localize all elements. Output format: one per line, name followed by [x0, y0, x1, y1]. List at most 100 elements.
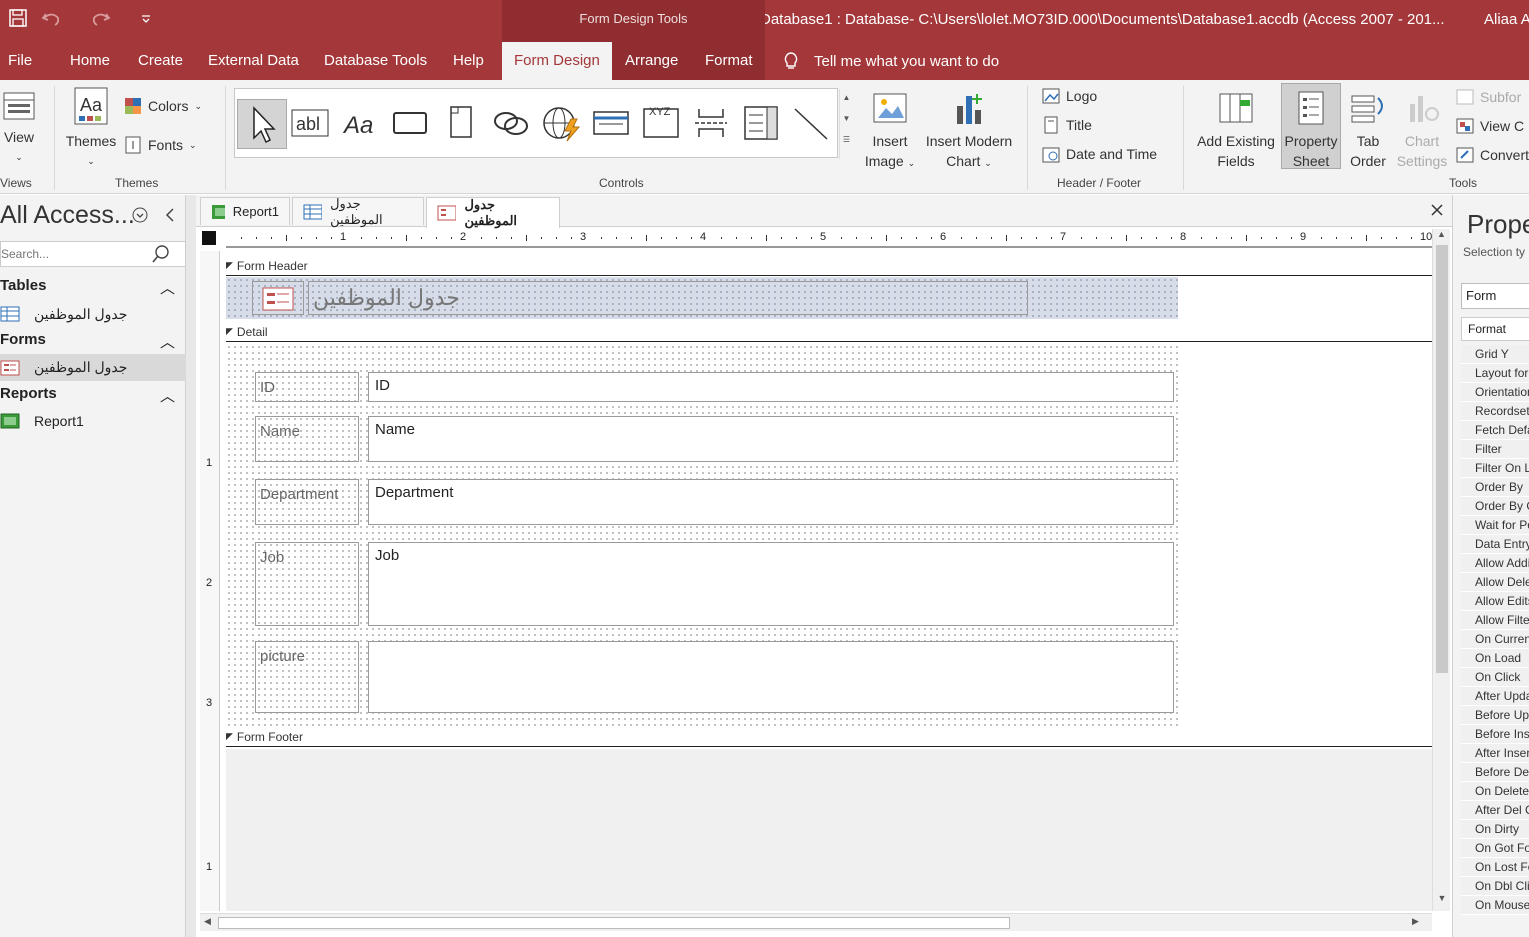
property-row[interactable]: Filter On Lo: [1461, 459, 1529, 478]
tab-database-tools[interactable]: Database Tools: [324, 52, 427, 69]
property-row[interactable]: Fetch Defau: [1461, 421, 1529, 440]
property-row[interactable]: Allow Delet: [1461, 573, 1529, 592]
header-title-box[interactable]: جدول الموظفين: [308, 281, 1028, 315]
option-group-control-icon[interactable]: XYZ: [641, 101, 681, 141]
gallery-scroll[interactable]: ▲ ▼ ☰: [839, 89, 853, 159]
collapse-pane-icon[interactable]: [164, 207, 176, 223]
property-row[interactable]: Order By O: [1461, 497, 1529, 516]
property-row[interactable]: Before Upd: [1461, 706, 1529, 725]
nav-group-forms[interactable]: Forms ︿: [0, 331, 186, 353]
property-row[interactable]: Allow Filter: [1461, 611, 1529, 630]
combo-box-control-icon[interactable]: [741, 103, 781, 143]
property-row[interactable]: On Lost Fo: [1461, 858, 1529, 877]
scroll-right-icon[interactable]: ▶: [1412, 916, 1419, 927]
property-row[interactable]: On Load: [1461, 649, 1529, 668]
field-label-department[interactable]: Department: [255, 479, 359, 525]
property-row[interactable]: Wait for Po: [1461, 516, 1529, 535]
property-row[interactable]: After Insert: [1461, 744, 1529, 763]
property-row[interactable]: Orientation: [1461, 383, 1529, 402]
property-row[interactable]: On Dirty: [1461, 820, 1529, 839]
redo-icon[interactable]: [88, 8, 112, 28]
property-row[interactable]: Before Del: [1461, 763, 1529, 782]
tab-form-design[interactable]: Form Design: [502, 42, 612, 80]
field-control-picture[interactable]: [368, 641, 1174, 713]
property-row[interactable]: On Mouse: [1461, 896, 1529, 915]
selection-combo[interactable]: Form: [1461, 283, 1529, 309]
nav-search-input[interactable]: [1, 247, 151, 261]
button-control-icon[interactable]: [391, 107, 431, 139]
vertical-scrollbar[interactable]: ▲ ▼: [1432, 229, 1450, 911]
convert-button[interactable]: Convert: [1456, 146, 1529, 164]
property-row[interactable]: On Current: [1461, 630, 1529, 649]
page-break-control-icon[interactable]: [691, 103, 731, 143]
property-row[interactable]: On Got Foc: [1461, 839, 1529, 858]
property-row[interactable]: Allow Addi: [1461, 554, 1529, 573]
tab-file[interactable]: File: [8, 52, 32, 69]
property-row[interactable]: Filter: [1461, 440, 1529, 459]
fonts-button[interactable]: Fonts ⌄: [124, 136, 197, 154]
nav-search-box[interactable]: [0, 241, 186, 267]
date-time-button[interactable]: Date and Time: [1042, 145, 1157, 163]
field-control-id[interactable]: ID: [368, 372, 1174, 402]
tab-order-button[interactable]: Tab Order: [1344, 90, 1392, 171]
label-control-icon[interactable]: Aa: [341, 107, 381, 139]
user-name[interactable]: Aliaa A: [1484, 11, 1529, 28]
subform-button[interactable]: Subfor: [1456, 88, 1521, 106]
tab-help[interactable]: Help: [453, 52, 484, 69]
tab-arrange[interactable]: Arrange: [625, 52, 678, 69]
field-control-name[interactable]: Name: [368, 416, 1174, 462]
property-sheet-button[interactable]: Property Sheet: [1281, 83, 1341, 169]
nav-item-table[interactable]: جدول الموظفين: [0, 301, 186, 327]
tab-external-data[interactable]: External Data: [208, 52, 299, 69]
insert-modern-chart-button[interactable]: Insert Modern Chart ⌄: [920, 90, 1018, 173]
tab-create[interactable]: Create: [138, 52, 183, 69]
hyperlink-control-icon[interactable]: [491, 107, 531, 139]
scroll-up-icon[interactable]: ▲: [1433, 229, 1450, 239]
scroll-thumb[interactable]: [1436, 245, 1448, 673]
search-icon[interactable]: [151, 244, 171, 264]
insert-image-button[interactable]: Insert Image ⌄: [862, 90, 918, 173]
tab-format[interactable]: Format: [705, 52, 753, 69]
customize-qat-icon[interactable]: [140, 12, 152, 24]
view-code-button[interactable]: View C: [1456, 117, 1524, 135]
form-header-bar[interactable]: ◤ Form Header: [226, 256, 1432, 276]
property-row[interactable]: After Upda: [1461, 687, 1529, 706]
field-label-name[interactable]: Name: [255, 416, 359, 462]
property-row[interactable]: Grid Y: [1461, 345, 1529, 364]
web-browser-control-icon[interactable]: [541, 103, 583, 143]
field-control-job[interactable]: Job: [368, 542, 1174, 626]
nav-group-tables[interactable]: Tables ︿: [0, 277, 186, 299]
scroll-down-icon[interactable]: ▼: [1433, 893, 1451, 903]
doc-tab-table[interactable]: جدول الموظفين: [292, 196, 424, 227]
chart-settings-button[interactable]: Chart Settings: [1394, 90, 1450, 171]
doc-tab-form[interactable]: جدول الموظفين: [426, 197, 560, 228]
splitter[interactable]: [186, 195, 196, 937]
save-icon[interactable]: [8, 8, 28, 28]
form-header-section[interactable]: جدول الموظفين: [226, 277, 1178, 319]
property-row[interactable]: Layout for: [1461, 364, 1529, 383]
add-existing-fields-button[interactable]: Add Existing Fields: [1192, 90, 1280, 171]
doc-tab-report1[interactable]: Report1: [200, 197, 290, 225]
themes-button[interactable]: Aa Themes ⌄: [62, 86, 120, 171]
field-label-job[interactable]: Job: [255, 542, 359, 626]
scroll-thumb[interactable]: [218, 917, 1010, 929]
colors-button[interactable]: Colors ⌄: [124, 97, 202, 115]
view-button[interactable]: View ⌄: [0, 90, 38, 167]
detail-section[interactable]: ID ID Name Name Department Department Jo…: [226, 344, 1178, 726]
navigation-control-icon[interactable]: [591, 107, 631, 139]
horizontal-scrollbar[interactable]: ◀ ▶: [200, 913, 1432, 931]
tab-control-icon[interactable]: [441, 103, 481, 141]
property-row[interactable]: Allow Edits: [1461, 592, 1529, 611]
select-control[interactable]: [237, 99, 287, 149]
scroll-left-icon[interactable]: ◀: [204, 916, 211, 927]
textbox-control-icon[interactable]: abl: [291, 107, 329, 139]
property-row[interactable]: On Click: [1461, 668, 1529, 687]
line-control-icon[interactable]: [791, 103, 831, 143]
nav-menu-icon[interactable]: [132, 207, 148, 223]
field-control-department[interactable]: Department: [368, 479, 1174, 525]
nav-title[interactable]: All Access...: [0, 201, 135, 230]
header-logo-box[interactable]: [252, 281, 304, 315]
nav-item-form[interactable]: جدول الموظفين: [0, 354, 186, 381]
property-row[interactable]: On Delete: [1461, 782, 1529, 801]
prop-tab-format[interactable]: Format: [1461, 317, 1529, 341]
